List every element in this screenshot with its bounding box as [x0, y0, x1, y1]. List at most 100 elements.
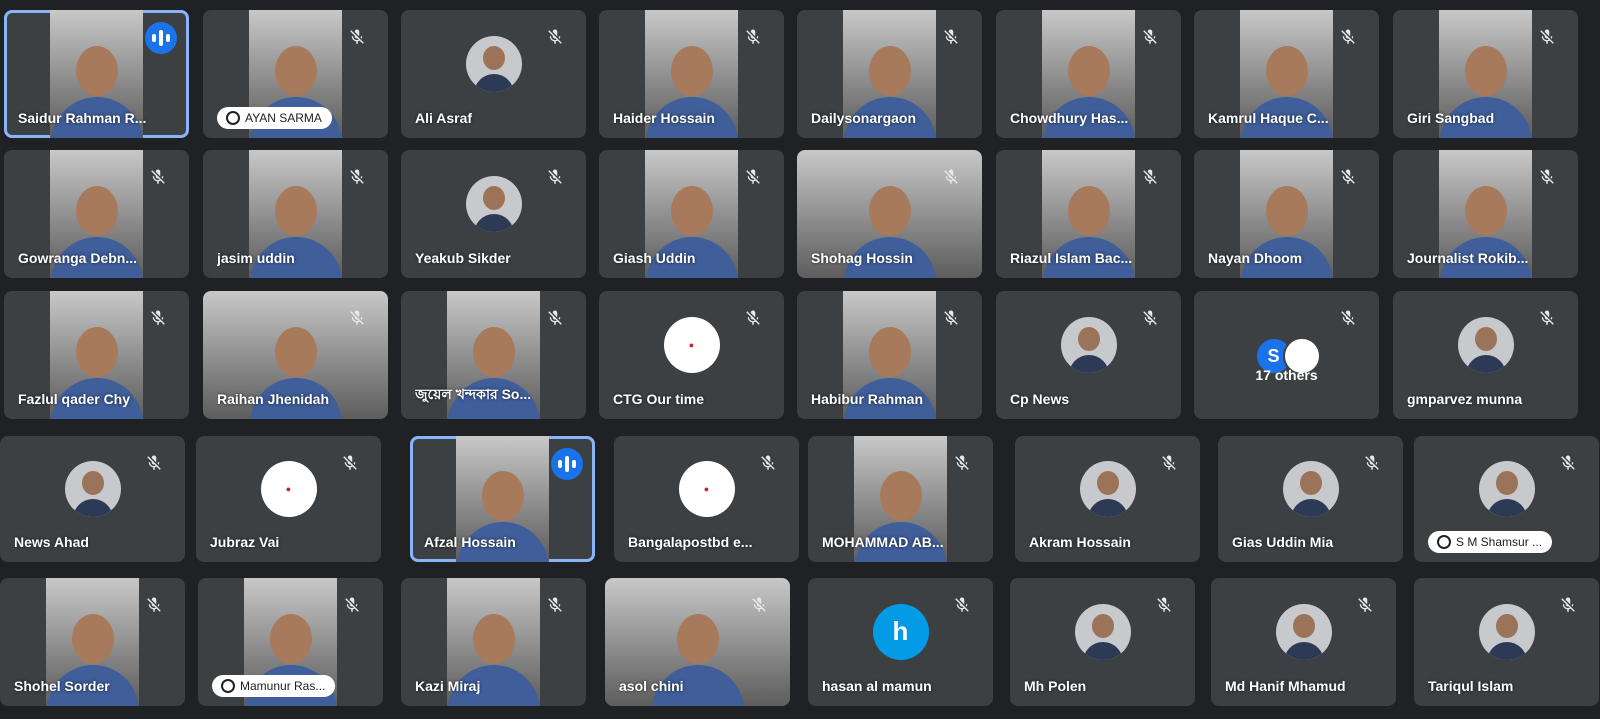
participant-tile[interactable]: Habibur Rahman — [797, 291, 982, 419]
pin-icon — [221, 679, 235, 693]
participant-head — [269, 613, 312, 664]
participant-name: Shohel Sorder — [14, 678, 110, 694]
participant-tile[interactable]: জুয়েল খন্দকার So... — [401, 291, 586, 419]
participant-tile[interactable]: MOHAMMAD AB... — [808, 436, 993, 562]
avatar — [1275, 603, 1332, 660]
participant-tile[interactable]: S M Shamsur ... — [1414, 436, 1599, 562]
participant-tile[interactable]: Md Hanif Mhamud — [1211, 578, 1396, 706]
logo-mark: ● — [703, 483, 710, 494]
participant-head — [472, 326, 515, 377]
participant-head — [71, 613, 114, 664]
participant-tile[interactable]: Nayan Dhoom — [1194, 150, 1379, 278]
participant-tile[interactable]: Riazul Islam Bac... — [996, 150, 1181, 278]
participant-tile[interactable]: Dailysonargaon — [797, 10, 982, 138]
participant-tile[interactable]: Raihan Jhenidah — [203, 291, 388, 419]
speaking-bar — [152, 34, 156, 42]
mic-off-icon — [337, 450, 363, 476]
avatar — [1079, 460, 1136, 517]
mic-off-icon — [542, 305, 568, 331]
participant-name: Ali Asraf — [415, 110, 473, 126]
participant-name: Nayan Dhoom — [1208, 250, 1303, 266]
participant-head — [670, 45, 713, 96]
participant-tile[interactable]: gmparvez munna — [1393, 291, 1578, 419]
mic-off-icon — [1555, 450, 1581, 476]
participant-tile[interactable]: Cp News — [996, 291, 1181, 419]
participant-name: Jubraz Vai — [210, 534, 280, 550]
participant-tile[interactable]: h hasan al mamun — [808, 578, 993, 706]
participant-name: Yeakub Sikder — [415, 250, 511, 266]
others-tile[interactable]: S 17 others — [1194, 291, 1379, 419]
participant-tile[interactable]: Gowranga Debn... — [4, 150, 189, 278]
participant-tile[interactable]: Haider Hossain — [599, 10, 784, 138]
participant-tile[interactable]: Shohag Hossin — [797, 150, 982, 278]
participant-head — [274, 45, 317, 96]
participant-head — [1265, 185, 1308, 236]
participant-name: hasan al mamun — [822, 678, 932, 694]
participant-name-text: S M Shamsur ... — [1456, 535, 1543, 549]
participant-tile[interactable]: Giri Sangbad — [1393, 10, 1578, 138]
avatar: h — [872, 603, 929, 660]
avatar: ● — [260, 460, 317, 517]
participant-head — [1265, 45, 1308, 96]
mic-off-icon — [145, 305, 171, 331]
participant-tile[interactable]: Akram Hossain — [1015, 436, 1200, 562]
mic-off-icon — [1151, 592, 1177, 618]
participant-name: জুয়েল খন্দকার So... — [415, 386, 532, 402]
participant-tile[interactable]: Saidur Rahman R... — [4, 10, 189, 138]
participant-tile[interactable]: Kazi Miraj — [401, 578, 586, 706]
participant-tile[interactable]: asol chini — [605, 578, 790, 706]
participant-head — [1464, 185, 1507, 236]
participant-name: CTG Our time — [613, 391, 705, 407]
mic-off-icon — [938, 164, 964, 190]
participant-tile[interactable]: Tariqul Islam — [1414, 578, 1599, 706]
participant-head — [75, 45, 118, 96]
participant-name: Mamunur Ras... — [212, 675, 336, 697]
participant-name: Riazul Islam Bac... — [1010, 250, 1133, 266]
participant-tile[interactable]: Giash Uddin — [599, 150, 784, 278]
speaking-bar — [558, 460, 562, 468]
participant-tile[interactable]: ● Jubraz Vai — [196, 436, 381, 562]
participant-tile[interactable]: Mamunur Ras... — [198, 578, 383, 706]
participant-head — [670, 185, 713, 236]
participant-tile[interactable]: Gias Uddin Mia — [1218, 436, 1403, 562]
participant-tile[interactable]: Journalist Rokib... — [1393, 150, 1578, 278]
mic-off-icon — [1534, 24, 1560, 50]
mic-off-icon — [1335, 305, 1361, 331]
participant-name: Gowranga Debn... — [18, 250, 138, 266]
participant-tile[interactable]: Mh Polen — [1010, 578, 1195, 706]
participant-name: Md Hanif Mhamud — [1225, 678, 1346, 694]
participant-tile[interactable]: Shohel Sorder — [0, 578, 185, 706]
participant-head — [676, 613, 719, 664]
mic-off-icon — [542, 592, 568, 618]
participant-tile[interactable]: ● CTG Our time — [599, 291, 784, 419]
participant-name: Cp News — [1010, 391, 1070, 407]
participant-name-text: Mamunur Ras... — [240, 679, 326, 693]
participant-head — [481, 471, 524, 522]
mic-off-icon — [938, 24, 964, 50]
mic-off-icon — [1352, 592, 1378, 618]
participant-name: gmparvez munna — [1407, 391, 1523, 407]
participant-tile[interactable]: Yeakub Sikder — [401, 150, 586, 278]
participant-tile[interactable]: Fazlul qader Chy — [4, 291, 189, 419]
mic-off-icon — [746, 592, 772, 618]
mic-off-icon — [949, 450, 975, 476]
avatar — [465, 175, 522, 232]
participant-tile[interactable]: Ali Asraf — [401, 10, 586, 138]
mic-off-icon — [755, 450, 781, 476]
participant-tile[interactable]: ● Bangalapostbd e... — [614, 436, 799, 562]
participant-tile[interactable]: Chowdhury Has... — [996, 10, 1181, 138]
mic-off-icon — [740, 24, 766, 50]
participant-tile[interactable]: AYAN SARMA — [203, 10, 388, 138]
mic-off-icon — [1137, 24, 1163, 50]
participant-tile[interactable]: jasim uddin — [203, 150, 388, 278]
participant-tile[interactable]: Kamrul Haque C... — [1194, 10, 1379, 138]
participant-head — [868, 45, 911, 96]
participant-head — [75, 326, 118, 377]
participant-tile[interactable]: Afzal Hossain — [410, 436, 595, 562]
speaking-bar — [166, 34, 170, 42]
others-count-label: 17 others — [1255, 366, 1318, 383]
mic-off-icon — [1359, 450, 1385, 476]
participant-tile[interactable]: News Ahad — [0, 436, 185, 562]
participant-name: Habibur Rahman — [811, 391, 924, 407]
mic-off-icon — [344, 24, 370, 50]
